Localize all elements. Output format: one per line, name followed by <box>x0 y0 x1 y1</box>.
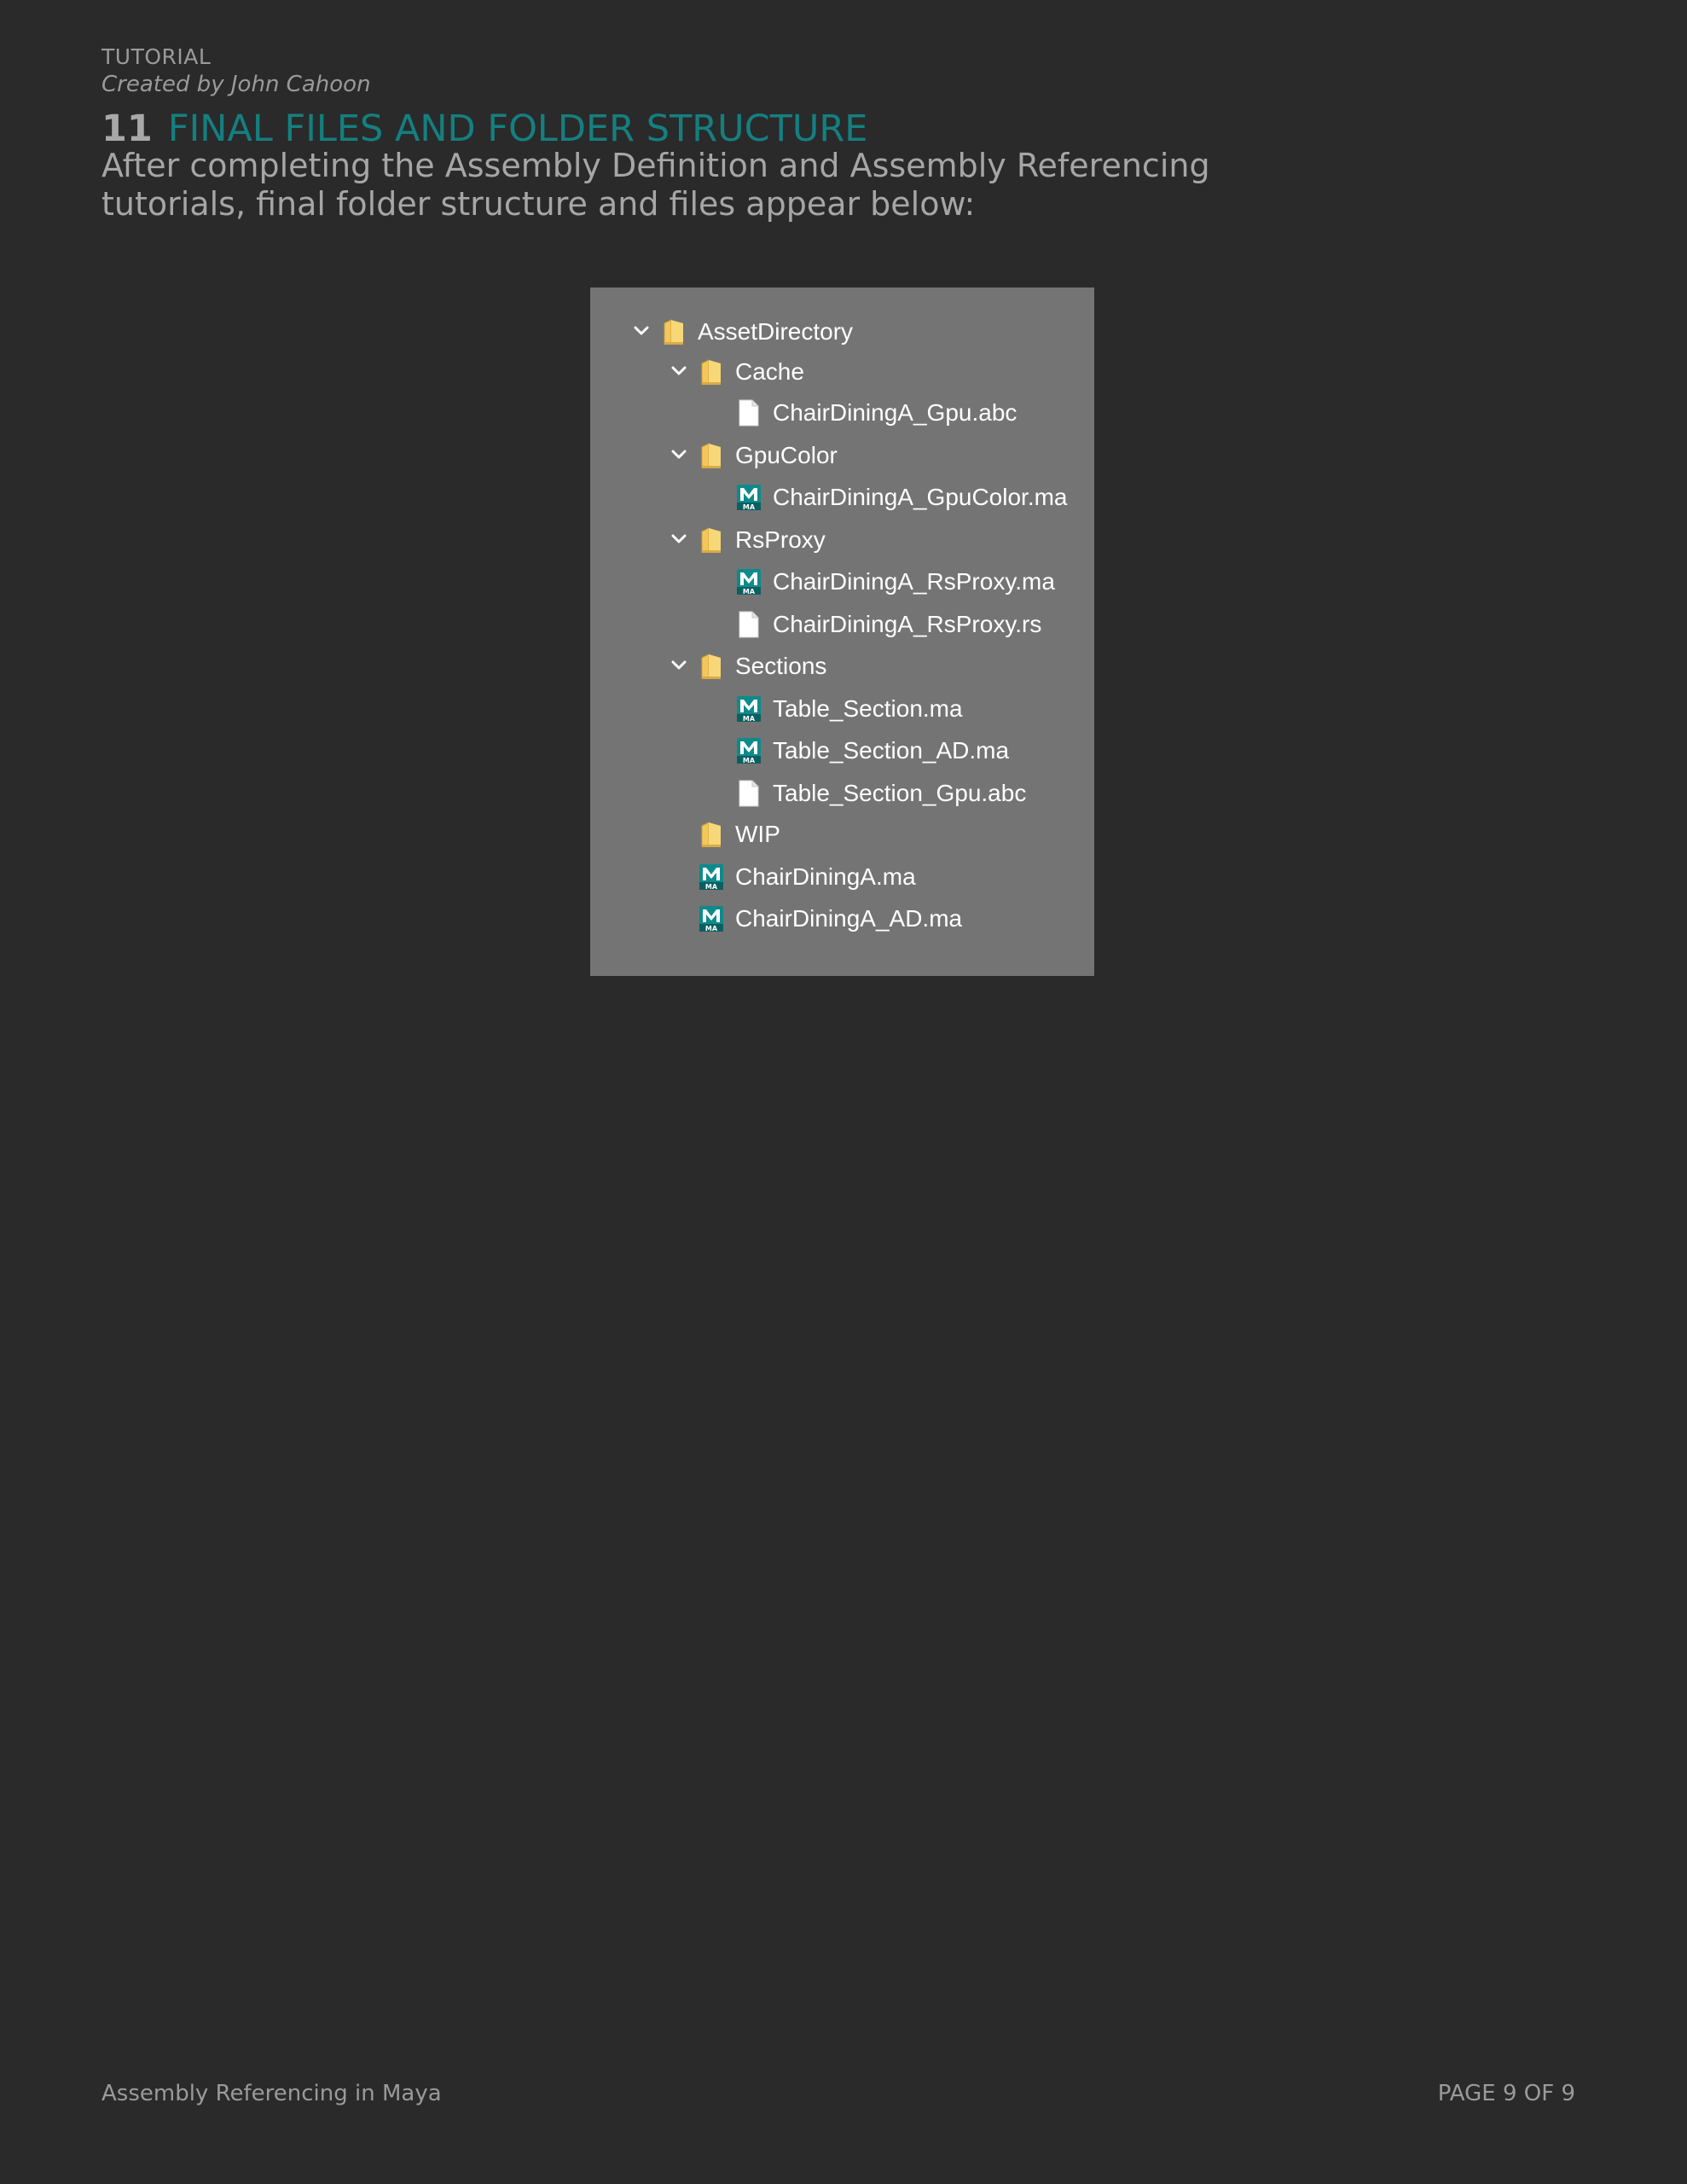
maya-file-icon: MA <box>699 904 724 933</box>
tree-item-label: Table_Section_Gpu.abc <box>773 780 1027 806</box>
tree-item-label: ChairDiningA_Gpu.abc <box>773 399 1017 426</box>
file-icon <box>736 398 762 427</box>
tree-folder-row[interactable]: RsProxy <box>590 523 1094 557</box>
section-heading: 11 FINAL FILES AND FOLDER STRUCTURE <box>101 107 867 150</box>
tree-file-row[interactable]: MA ChairDiningA_AD.ma <box>590 902 1094 936</box>
tree-folder-row[interactable]: WIP <box>590 817 1094 851</box>
folder-icon <box>661 317 687 346</box>
author-credit: Created by John Cahoon <box>101 72 371 97</box>
maya-file-icon: MA <box>736 483 762 512</box>
chevron-down-icon[interactable] <box>669 444 689 465</box>
section-title: FINAL FILES AND FOLDER STRUCTURE <box>167 107 868 150</box>
tree-item-label: ChairDiningA_GpuColor.ma <box>773 484 1068 510</box>
chevron-down-icon[interactable] <box>669 361 689 381</box>
folder-icon <box>699 526 724 555</box>
chevron-down-icon[interactable] <box>631 321 652 341</box>
tree-item-label: Cache <box>735 358 804 385</box>
tree-file-row[interactable]: MA ChairDiningA.ma <box>590 860 1094 894</box>
tree-file-row[interactable]: MA ChairDiningA_GpuColor.ma <box>590 480 1094 514</box>
tree-file-row[interactable]: MA ChairDiningA_RsProxy.ma <box>590 565 1094 599</box>
tree-item-label: RsProxy <box>735 526 826 553</box>
maya-badge-label: MA <box>705 883 718 891</box>
maya-badge-label: MA <box>705 925 718 932</box>
maya-file-icon: MA <box>736 567 762 596</box>
tree-folder-row[interactable]: Sections <box>590 649 1094 683</box>
file-icon <box>736 610 762 639</box>
folder-icon <box>699 441 724 470</box>
tree-item-label: Sections <box>735 653 827 679</box>
tree-folder-row[interactable]: Cache <box>590 355 1094 389</box>
tree-folder-row[interactable]: AssetDirectory <box>590 315 1094 349</box>
footer-doc-title: Assembly Referencing in Maya <box>101 2081 442 2106</box>
maya-badge-label: MA <box>743 715 756 723</box>
tree-item-label: ChairDiningA_AD.ma <box>735 905 963 932</box>
tree-item-label: ChairDiningA_RsProxy.rs <box>773 611 1042 637</box>
tree-file-row[interactable]: MA Table_Section_AD.ma <box>590 734 1094 768</box>
folder-icon <box>699 652 724 681</box>
section-number: 11 <box>101 107 153 150</box>
tree-item-label: AssetDirectory <box>698 318 854 345</box>
maya-badge-label: MA <box>743 503 756 511</box>
maya-file-icon: MA <box>736 694 762 723</box>
chevron-down-icon[interactable] <box>669 655 689 676</box>
maya-file-icon: MA <box>736 736 762 765</box>
header-label: TUTORIAL <box>101 44 212 69</box>
tree-item-label: Table_Section.ma <box>773 695 963 722</box>
tree-file-row[interactable]: Table_Section_Gpu.abc <box>590 776 1094 810</box>
folder-icon <box>699 357 724 386</box>
tree-file-row[interactable]: ChairDiningA_Gpu.abc <box>590 396 1094 430</box>
tree-item-label: Table_Section_AD.ma <box>773 737 1010 764</box>
folder-icon <box>699 820 724 849</box>
maya-badge-label: MA <box>743 757 756 764</box>
tree-folder-row[interactable]: GpuColor <box>590 439 1094 473</box>
maya-badge-label: MA <box>743 588 756 595</box>
tree-item-label: WIP <box>735 821 780 847</box>
file-icon <box>736 779 762 808</box>
folder-tree-panel: AssetDirectory Cache ChairDiningA_Gpu.ab… <box>590 288 1094 976</box>
maya-file-icon: MA <box>699 863 724 892</box>
intro-paragraph: After completing the Assembly Definition… <box>101 147 1210 223</box>
tree-item-label: GpuColor <box>735 442 838 468</box>
tree-item-label: ChairDiningA_RsProxy.ma <box>773 568 1055 595</box>
footer-page-number: PAGE 9 OF 9 <box>1437 2081 1575 2106</box>
tree-file-row[interactable]: ChairDiningA_RsProxy.rs <box>590 607 1094 642</box>
chevron-down-icon[interactable] <box>669 529 689 549</box>
tree-item-label: ChairDiningA.ma <box>735 863 916 890</box>
tree-file-row[interactable]: MA Table_Section.ma <box>590 692 1094 726</box>
